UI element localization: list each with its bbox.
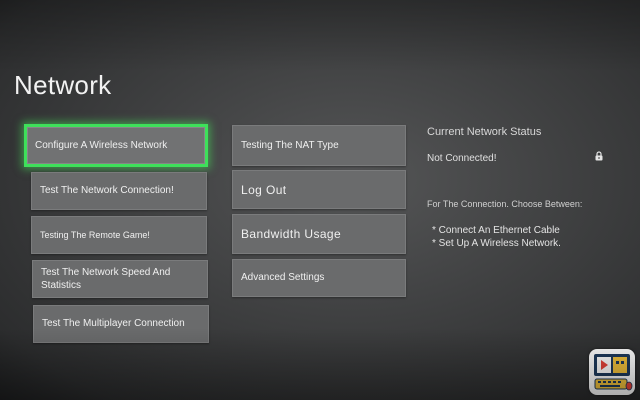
option-ethernet-cable: Connect An Ethernet Cable [432,224,561,237]
testing-nat-type-label: Testing The NAT Type [241,139,339,151]
advanced-settings-button[interactable]: Advanced Settings [232,259,406,297]
advanced-settings-label: Advanced Settings [241,272,325,283]
option-wireless-network: Set Up A Wireless Network. [432,237,561,250]
configure-wireless-network-button[interactable]: Configure A Wireless Network [24,124,208,167]
lock-icon [595,151,603,161]
test-network-speed-button[interactable]: Test The Network Speed And Statistics [32,260,208,298]
network-status-value: Not Connected! [427,153,497,164]
network-screen: Network Configure A Wireless Network Tes… [0,0,640,400]
test-multiplayer-connection-button[interactable]: Test The Multiplayer Connection [33,305,209,343]
testing-nat-type-button[interactable]: Testing The NAT Type [232,125,406,166]
computer-logo-icon [589,349,635,395]
connection-options-list: Connect An Ethernet Cable Set Up A Wirel… [432,224,561,250]
network-status-heading: Current Network Status [427,126,542,138]
connection-choice-text: For The Connection. Choose Between: [427,199,583,209]
test-multiplayer-connection-label: Test The Multiplayer Connection [42,318,185,329]
log-out-button[interactable]: Log Out [232,170,406,209]
testing-remote-game-button[interactable]: Testing The Remote Game! [31,216,207,254]
bandwidth-usage-label: Bandwidth Usage [241,227,342,241]
testing-remote-game-label: Testing The Remote Game! [40,230,150,240]
page-title: Network [14,70,112,100]
bandwidth-usage-button[interactable]: Bandwidth Usage [232,214,406,254]
test-network-connection-button[interactable]: Test The Network Connection! [31,172,207,210]
log-out-label: Log Out [241,182,287,197]
configure-wireless-network-label: Configure A Wireless Network [35,139,168,151]
test-network-speed-label: Test The Network Speed And Statistics [41,267,171,291]
test-network-connection-label: Test The Network Connection! [40,185,174,196]
